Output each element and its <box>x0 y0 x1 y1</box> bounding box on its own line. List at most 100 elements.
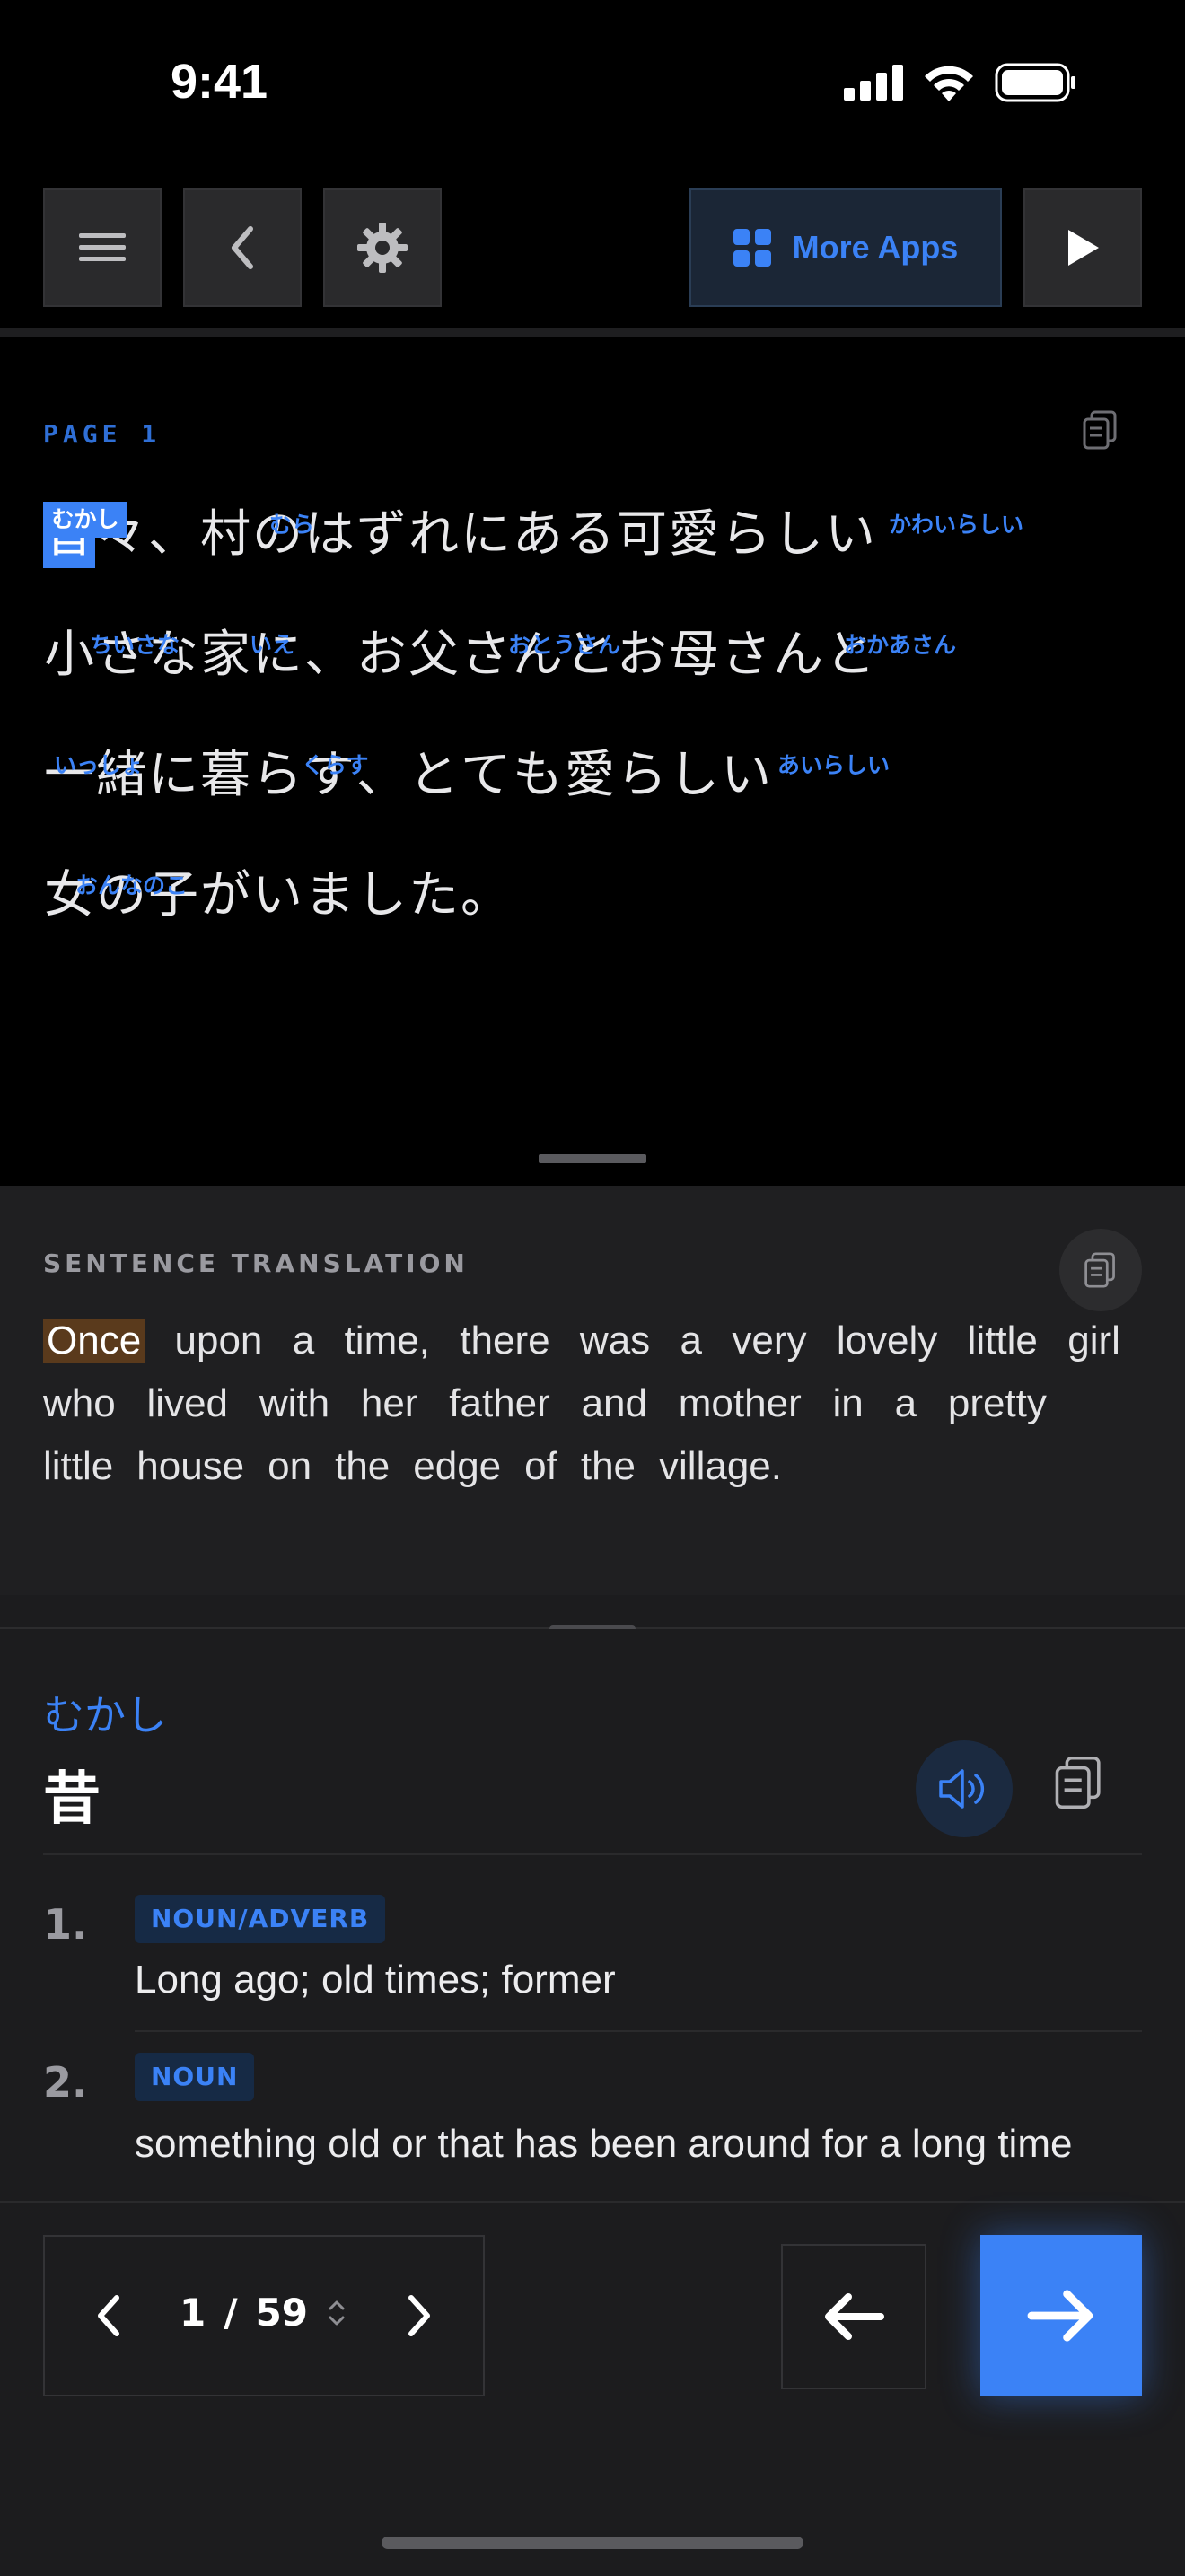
translation-word[interactable]: a <box>895 1381 917 1426</box>
translation-word[interactable]: a <box>293 1319 314 1363</box>
japanese-char[interactable]: 可 <box>616 502 668 568</box>
translation-word[interactable]: her <box>361 1381 418 1426</box>
japanese-char[interactable]: 愛 <box>564 742 616 809</box>
arrow-right-icon <box>1027 2290 1093 2342</box>
japanese-char[interactable]: ら <box>616 742 668 809</box>
japanese-char[interactable]: 村 <box>199 502 251 568</box>
japanese-char[interactable]: ず <box>356 502 408 568</box>
japanese-char[interactable]: し <box>772 502 824 568</box>
translation-word[interactable]: girl <box>1067 1319 1120 1363</box>
hamburger-menu-icon <box>79 233 126 261</box>
japanese-char[interactable]: も <box>512 742 564 809</box>
translation-word-highlighted[interactable]: Once <box>43 1319 145 1363</box>
page-separator: / <box>224 2291 238 2335</box>
japanese-char[interactable]: お <box>356 622 408 688</box>
copy-word-button[interactable] <box>1052 1753 1106 1816</box>
translation-word[interactable]: who <box>43 1381 116 1426</box>
cellular-signal-icon <box>844 65 903 101</box>
japanese-char[interactable]: て <box>460 742 512 809</box>
pronounce-button[interactable] <box>916 1740 1013 1837</box>
japanese-char[interactable]: し <box>356 863 408 929</box>
furigana: むら <box>269 512 315 538</box>
copy-icon <box>1083 410 1117 450</box>
japanese-char[interactable]: に <box>460 502 512 568</box>
bottom-navigation: 1 / 59 <box>0 2201 1185 2576</box>
japanese-char[interactable]: 、 <box>303 622 356 688</box>
translation-word[interactable]: on <box>268 1444 312 1489</box>
definition-text: something old or that has been around fo… <box>135 2122 1073 2166</box>
japanese-char[interactable]: れ <box>408 502 460 568</box>
japanese-char[interactable]: と <box>408 742 460 809</box>
japanese-char[interactable]: 父 <box>408 622 460 688</box>
definition-number: 1. <box>43 1900 88 1949</box>
japanese-char[interactable]: ら <box>720 502 772 568</box>
japanese-char[interactable]: に <box>147 742 199 809</box>
apps-grid-icon <box>733 229 771 267</box>
next-page-button[interactable] <box>402 2289 438 2346</box>
translation-word[interactable]: and <box>582 1381 647 1426</box>
definition-number: 2. <box>43 2058 88 2107</box>
translation-word[interactable]: father <box>449 1381 550 1426</box>
japanese-char[interactable]: 家 <box>199 622 251 688</box>
translation-word[interactable]: lovely <box>837 1319 938 1363</box>
translation-word[interactable]: was <box>580 1319 650 1363</box>
japanese-char[interactable]: ま <box>303 863 356 929</box>
translation-word[interactable]: there <box>460 1319 549 1363</box>
translation-word[interactable]: village. <box>659 1444 782 1489</box>
japanese-char[interactable]: い <box>720 742 772 809</box>
japanese-char[interactable]: い <box>824 502 876 568</box>
previous-sentence-button[interactable] <box>781 2244 926 2389</box>
translation-word[interactable]: pretty <box>948 1381 1047 1426</box>
japanese-char[interactable]: 母 <box>668 622 720 688</box>
translation-word[interactable]: time, <box>345 1319 430 1363</box>
speaker-icon <box>939 1769 985 1809</box>
reader-resize-handle[interactable] <box>539 1154 646 1163</box>
japanese-char[interactable]: が <box>199 863 251 929</box>
japanese-char[interactable]: 。 <box>460 863 512 929</box>
japanese-char[interactable]: ん <box>772 622 824 688</box>
copy-translation-button[interactable] <box>1059 1229 1142 1311</box>
japanese-char[interactable]: 小 <box>43 622 95 688</box>
more-apps-button[interactable]: More Apps <box>689 188 1002 307</box>
translation-word[interactable]: edge <box>413 1444 501 1489</box>
text-line-4: 女 の 子 が い ま し た 。 <box>43 863 1147 943</box>
previous-page-button[interactable] <box>90 2289 126 2346</box>
japanese-char[interactable]: た <box>408 863 460 929</box>
japanese-char[interactable]: い <box>251 863 303 929</box>
japanese-char[interactable]: 、 <box>147 502 199 568</box>
page-selector: 1 / 59 <box>43 2235 485 2396</box>
copy-page-button[interactable] <box>1081 408 1120 455</box>
japanese-char[interactable]: 暮 <box>199 742 251 809</box>
translation-word[interactable]: house <box>136 1444 244 1489</box>
back-button[interactable] <box>183 188 302 307</box>
settings-button[interactable] <box>323 188 442 307</box>
translation-word[interactable]: in <box>833 1381 864 1426</box>
japanese-char[interactable]: さ <box>460 622 512 688</box>
play-button[interactable] <box>1023 188 1142 307</box>
translation-line-1: Once upon a time, there was a very lovel… <box>43 1319 1120 1363</box>
dictionary-panel: むかし 昔 1. NOUN/ADVERB Long ago; old times… <box>0 1629 1185 2202</box>
next-sentence-button[interactable] <box>980 2235 1142 2396</box>
japanese-char[interactable]: さ <box>720 622 772 688</box>
translation-word[interactable]: lived <box>147 1381 229 1426</box>
japanese-char[interactable]: 愛 <box>668 502 720 568</box>
menu-button[interactable] <box>43 188 162 307</box>
japanese-char[interactable]: る <box>564 502 616 568</box>
japanese-char[interactable]: し <box>668 742 720 809</box>
page-indicator[interactable]: 1 / 59 <box>180 2291 347 2335</box>
translation-word[interactable]: the <box>581 1444 636 1489</box>
translation-word[interactable]: mother <box>679 1381 802 1426</box>
translation-word[interactable]: with <box>259 1381 329 1426</box>
translation-word[interactable]: little <box>968 1319 1038 1363</box>
japanese-char[interactable]: お <box>616 622 668 688</box>
translation-word[interactable]: the <box>335 1444 390 1489</box>
translation-word[interactable]: a <box>680 1319 702 1363</box>
japanese-char[interactable]: ら <box>251 742 303 809</box>
translation-word[interactable]: of <box>524 1444 557 1489</box>
translation-word[interactable]: upon <box>175 1319 263 1363</box>
japanese-char[interactable]: あ <box>512 502 564 568</box>
translation-word[interactable]: very <box>732 1319 806 1363</box>
translation-word[interactable]: little <box>43 1444 113 1489</box>
definition-divider <box>135 2030 1142 2032</box>
more-apps-label: More Apps <box>792 229 959 266</box>
